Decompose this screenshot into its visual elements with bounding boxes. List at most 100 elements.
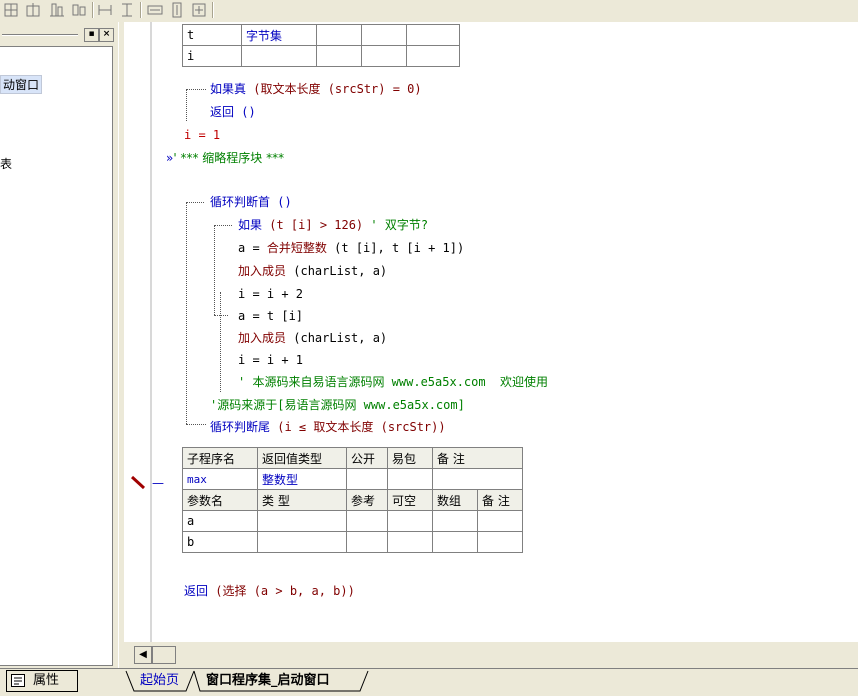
panel-header: ▪ ×	[0, 26, 118, 44]
param-name-cell[interactable]: b	[182, 531, 258, 553]
tab-start-page[interactable]: 起始页	[140, 671, 179, 691]
param-cell[interactable]	[387, 531, 433, 553]
code-line-inc2[interactable]: i = i + 2	[238, 286, 303, 302]
code-line-merge[interactable]: a = 合并短整数 (t [i], t [i + 1])	[238, 240, 464, 256]
horizontal-scrollbar[interactable]: ◀	[124, 642, 858, 668]
param-type-cell[interactable]	[257, 531, 347, 553]
column-header: 易包	[387, 447, 433, 469]
var-cell[interactable]	[361, 45, 407, 67]
flow-line	[186, 202, 204, 203]
args: (i ≤ 取文本长度 (srcStr))	[270, 420, 446, 434]
v-space-icon[interactable]	[118, 1, 136, 19]
tab-window-program-set[interactable]: 窗口程序集_启动窗口	[206, 671, 330, 691]
code-line-if[interactable]: 如果 (t [i] > 126) ' 双字节?	[238, 217, 428, 233]
param-cell[interactable]	[387, 510, 433, 532]
code-line-add-member[interactable]: 加入成员 (charList, a)	[238, 330, 387, 346]
keyword: 返回 ()	[210, 105, 256, 119]
table-row: t 字节集	[182, 24, 460, 46]
table-row: i	[182, 45, 460, 67]
flow-line	[186, 424, 206, 425]
tree-item-startup-window[interactable]: 动窗口	[0, 75, 43, 94]
var-name-cell[interactable]: i	[182, 45, 242, 67]
param-cell[interactable]	[346, 531, 388, 553]
column-header: 类 型	[257, 489, 347, 511]
package-cell[interactable]	[387, 468, 433, 490]
var-cell[interactable]	[406, 24, 460, 46]
pin-button[interactable]: ▪	[84, 28, 99, 42]
param-name-cell[interactable]: a	[182, 510, 258, 532]
function: 加入成员	[238, 331, 287, 345]
var-name-cell[interactable]: t	[182, 24, 242, 46]
bottom-bar: 属性 起始页 窗口程序集_启动窗口	[0, 668, 858, 696]
scroll-left-icon[interactable]: ◀	[134, 646, 152, 664]
project-tree: 动窗口 表	[0, 46, 113, 666]
same-size-icon[interactable]	[190, 1, 208, 19]
code-line-inc1[interactable]: i = i + 1	[238, 352, 303, 368]
align-top-icon[interactable]	[24, 1, 42, 19]
code-line-if-true[interactable]: 如果真 (取文本长度 (srcStr) = 0)	[210, 81, 422, 97]
code-line-return[interactable]: 返回 ()	[210, 104, 256, 120]
var-cell[interactable]	[316, 45, 362, 67]
comment: ' 双字节?	[363, 218, 429, 232]
close-button[interactable]: ×	[99, 28, 114, 42]
subprogram-table: 子程序名 返回值类型 公开 易包 备 注 max 整数型 参数名 类 型 参考 …	[182, 447, 523, 553]
flow-line	[214, 225, 232, 226]
project-panel: ▪ × 动窗口 表	[0, 22, 124, 670]
param-cell[interactable]	[346, 510, 388, 532]
local-var-table: t 字节集 i	[182, 24, 460, 67]
var-cell[interactable]	[361, 24, 407, 46]
code-line-loop-tail[interactable]: 循环判断尾 (i ≤ 取文本长度 (srcStr))	[210, 419, 446, 435]
return-type-cell[interactable]: 整数型	[257, 468, 347, 490]
column-header: 备 注	[477, 489, 523, 511]
toolbar-separator	[212, 2, 214, 18]
toolbar	[0, 0, 858, 23]
subprogram-name-cell[interactable]: max	[182, 468, 258, 490]
var-type-cell[interactable]	[241, 45, 317, 67]
row-marker: —	[152, 476, 164, 490]
column-header: 备 注	[432, 447, 523, 469]
pencil-icon	[130, 475, 150, 491]
function: 加入成员	[238, 264, 287, 278]
note-cell[interactable]	[432, 468, 523, 490]
code-line-comment[interactable]: '源码来源于[易语言源码网 www.e5a5x.com]	[210, 397, 465, 413]
h-space-icon[interactable]	[96, 1, 114, 19]
tree-item-table[interactable]: 表	[0, 155, 12, 172]
var-cell[interactable]	[316, 24, 362, 46]
same-height-icon[interactable]	[168, 1, 186, 19]
column-header: 可空	[387, 489, 433, 511]
code-line-assign[interactable]: i = 1	[184, 127, 220, 143]
code-line-a-t[interactable]: a = t [i]	[238, 308, 303, 324]
table-row: b	[182, 531, 523, 553]
code-line-return-choose[interactable]: 返回 (选择 (a > b, a, b))	[184, 583, 355, 599]
args: (charList, a)	[286, 264, 388, 278]
var-type-cell[interactable]: 字节集	[241, 24, 317, 46]
keyword: 循环判断尾	[210, 420, 271, 434]
align-left-icon[interactable]	[2, 1, 20, 19]
args: (t [i] > 126)	[262, 218, 364, 232]
param-cell[interactable]	[432, 531, 478, 553]
args: (t [i], t [i + 1])	[326, 241, 465, 255]
properties-icon	[11, 674, 25, 687]
code-line-collapsed[interactable]: »' *** 缩略程序块 ***	[166, 150, 284, 166]
table-row: 子程序名 返回值类型 公开 易包 备 注	[182, 447, 523, 469]
args: (取文本长度 (srcStr) = 0)	[246, 82, 422, 96]
properties-tab[interactable]: 属性	[6, 670, 78, 692]
var-cell[interactable]	[406, 45, 460, 67]
keyword: 如果真	[210, 82, 247, 96]
scroll-thumb[interactable]	[152, 646, 176, 664]
param-cell[interactable]	[432, 510, 478, 532]
code-line-comment[interactable]: ' 本源码来自易语言源码网 www.e5a5x.com 欢迎使用	[238, 374, 548, 390]
align-right-icon[interactable]	[70, 1, 88, 19]
code-line-add-member[interactable]: 加入成员 (charList, a)	[238, 263, 387, 279]
public-cell[interactable]	[346, 468, 388, 490]
flow-line	[220, 292, 221, 392]
code-editor[interactable]: t 字节集 i 如果真 (取文本长度 (srcStr) = 0) 返回 () i…	[124, 22, 858, 642]
same-width-icon[interactable]	[146, 1, 164, 19]
align-bottom-icon[interactable]	[48, 1, 66, 19]
param-cell[interactable]	[477, 510, 523, 532]
code-line-loop-head[interactable]: 循环判断首 ()	[210, 194, 292, 210]
comment: ' *** 缩略程序块 ***	[173, 151, 285, 165]
keyword: 返回	[184, 584, 209, 598]
param-cell[interactable]	[477, 531, 523, 553]
param-type-cell[interactable]	[257, 510, 347, 532]
